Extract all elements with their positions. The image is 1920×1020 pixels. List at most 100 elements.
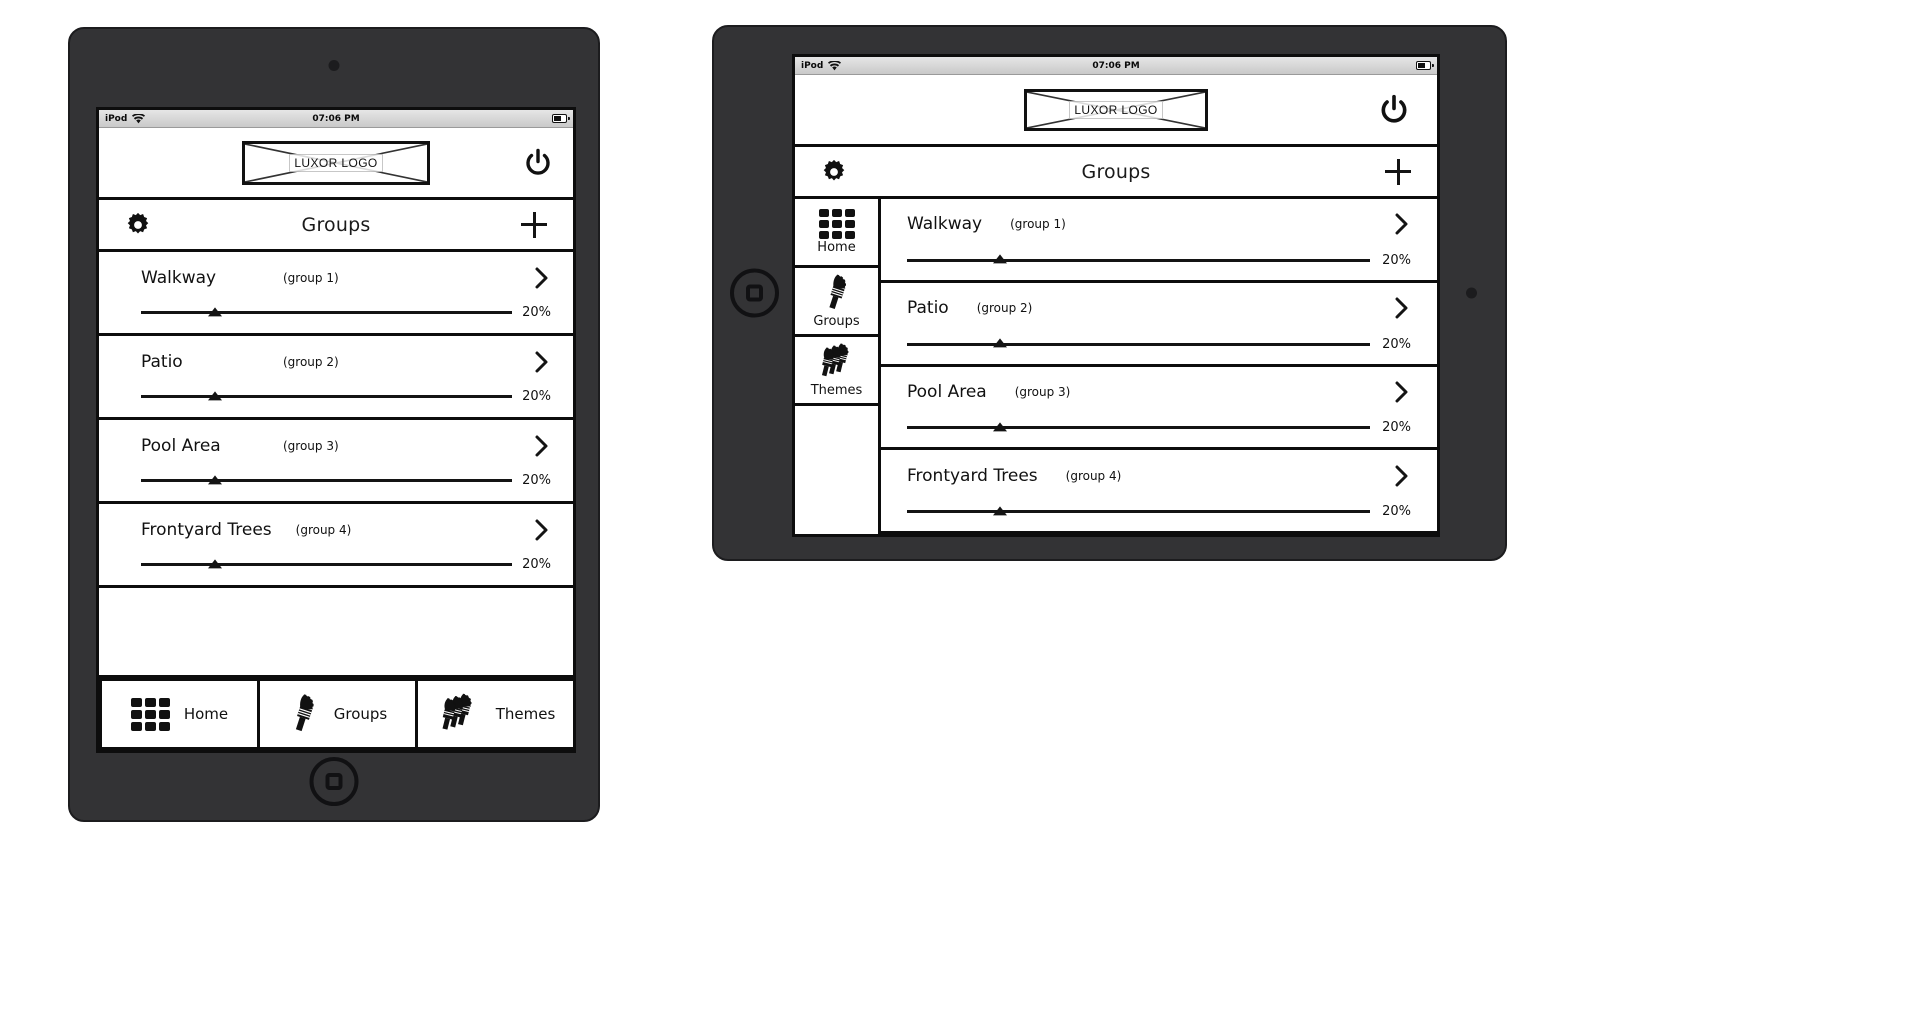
row-header: Walkway (group 1) [99, 258, 573, 298]
table-row[interactable]: Walkway (group 1) 20% [881, 199, 1437, 283]
slider-thumb[interactable] [992, 254, 1007, 264]
clock-label: 07:06 PM [312, 113, 360, 124]
status-bar-right [552, 114, 570, 123]
gear-icon [127, 212, 149, 233]
tablet-screen: iPod 07:06 PM LUXOR LOGO Groups Home Gro… [792, 54, 1440, 537]
slider-track[interactable] [141, 390, 513, 400]
single-light-fixture-icon [288, 693, 320, 735]
group-number: (group 2) [283, 354, 339, 369]
slider-thumb[interactable] [208, 558, 223, 568]
slider-thumb[interactable] [992, 338, 1007, 348]
row-header: Patio (group 2) [881, 287, 1437, 329]
slider-thumb[interactable] [208, 306, 223, 316]
row-header: Pool Area (group 3) [881, 371, 1437, 413]
brightness-slider[interactable]: 20% [881, 497, 1437, 527]
row-header: Pool Area (group 3) [99, 426, 573, 466]
group-number: (group 3) [283, 438, 339, 453]
grid-icon [818, 209, 855, 239]
empty-list-area [99, 588, 573, 678]
slider-thumb[interactable] [208, 474, 223, 484]
group-number: (group 1) [1010, 217, 1066, 232]
level-label: 20% [1382, 336, 1411, 352]
table-row[interactable]: Walkway (group 1) 20% [99, 252, 573, 336]
device-phone: iPod 07:06 PM LUXOR LOGO Groups Walkway … [68, 27, 600, 822]
power-button[interactable] [521, 146, 555, 180]
status-bar-right [1416, 61, 1434, 70]
row-header: Frontyard Trees (group 4) [99, 510, 573, 550]
brightness-slider[interactable]: 20% [99, 382, 573, 412]
chevron-right-icon[interactable] [1393, 463, 1411, 489]
gear-icon [823, 159, 845, 180]
chevron-right-icon[interactable] [1393, 211, 1411, 237]
brightness-slider[interactable]: 20% [881, 413, 1437, 443]
slider-track[interactable] [141, 306, 513, 316]
home-button[interactable] [309, 757, 359, 806]
brightness-slider[interactable]: 20% [881, 329, 1437, 359]
power-icon [526, 148, 550, 175]
page-title: Groups [1081, 160, 1151, 183]
row-header: Frontyard Trees (group 4) [881, 455, 1437, 497]
logo-header: LUXOR LOGO [99, 128, 573, 200]
chevron-right-icon[interactable] [533, 349, 551, 375]
brightness-slider[interactable]: 20% [99, 550, 573, 580]
settings-button[interactable] [795, 159, 873, 185]
chevron-right-icon[interactable] [533, 265, 551, 291]
group-name: Patio [141, 351, 183, 372]
home-button[interactable] [730, 268, 779, 318]
group-name: Frontyard Trees [141, 519, 272, 540]
group-name: Patio [907, 298, 949, 319]
logo-header: LUXOR LOGO [795, 75, 1437, 147]
table-row[interactable]: Frontyard Trees (group 4) 20% [881, 450, 1437, 534]
chevron-right-icon[interactable] [1393, 379, 1411, 405]
sidebar-item-groups[interactable]: Groups [795, 268, 878, 337]
sidebar-item-themes[interactable]: Themes [795, 337, 878, 406]
slider-track[interactable] [907, 254, 1371, 264]
slider-track[interactable] [907, 422, 1371, 432]
brightness-slider[interactable]: 20% [99, 298, 573, 328]
multiple-light-fixtures-icon [816, 342, 858, 382]
chevron-right-icon[interactable] [1393, 295, 1411, 321]
level-label: 20% [522, 389, 551, 404]
slider-track[interactable] [907, 338, 1371, 348]
tab-themes[interactable]: Themes [415, 678, 573, 750]
camera-dot [1466, 287, 1477, 299]
device-tablet: iPod 07:06 PM LUXOR LOGO Groups Home Gro… [712, 25, 1507, 561]
brightness-slider[interactable]: 20% [881, 245, 1437, 275]
slider-track[interactable] [907, 506, 1371, 516]
tab-home[interactable]: Home [99, 678, 260, 750]
brightness-slider[interactable]: 20% [99, 466, 573, 496]
chevron-right-icon[interactable] [533, 433, 551, 459]
add-group-button[interactable] [1359, 158, 1437, 185]
battery-icon [552, 114, 570, 123]
tab-label: Themes [495, 705, 556, 723]
add-group-button[interactable] [495, 211, 573, 238]
tab-bar: Home Groups Themes [99, 678, 573, 750]
slider-track[interactable] [141, 558, 513, 568]
logo-placeholder: LUXOR LOGO [242, 140, 430, 185]
slider-thumb[interactable] [992, 506, 1007, 516]
table-row[interactable]: Frontyard Trees (group 4) 20% [99, 504, 573, 588]
battery-icon [1416, 61, 1434, 70]
group-name: Walkway [141, 267, 217, 288]
power-button[interactable] [1377, 93, 1411, 127]
sidebar-item-label: Home [817, 240, 856, 255]
tab-groups[interactable]: Groups [257, 678, 418, 750]
table-row[interactable]: Patio (group 2) 20% [881, 282, 1437, 367]
status-bar: iPod 07:06 PM [99, 110, 573, 128]
groups-list: Walkway (group 1) 20% Patio (group 2) 20… [878, 199, 1437, 534]
group-number: (group 4) [295, 522, 352, 537]
sidebar-empty-area [795, 406, 878, 534]
table-row[interactable]: Pool Area (group 3) 20% [881, 366, 1437, 451]
slider-thumb[interactable] [992, 422, 1007, 432]
slider-thumb[interactable] [208, 390, 223, 400]
groups-list: Walkway (group 1) 20% Patio (group 2) 20… [99, 252, 573, 678]
sidebar-item-home[interactable]: Home [795, 199, 878, 268]
level-label: 20% [1382, 504, 1411, 520]
group-number: (group 3) [1014, 384, 1071, 399]
table-row[interactable]: Patio (group 2) 20% [99, 336, 573, 420]
settings-button[interactable] [99, 212, 177, 238]
level-label: 20% [522, 305, 551, 320]
chevron-right-icon[interactable] [533, 517, 551, 543]
slider-track[interactable] [141, 474, 513, 484]
table-row[interactable]: Pool Area (group 3) 20% [99, 420, 573, 504]
